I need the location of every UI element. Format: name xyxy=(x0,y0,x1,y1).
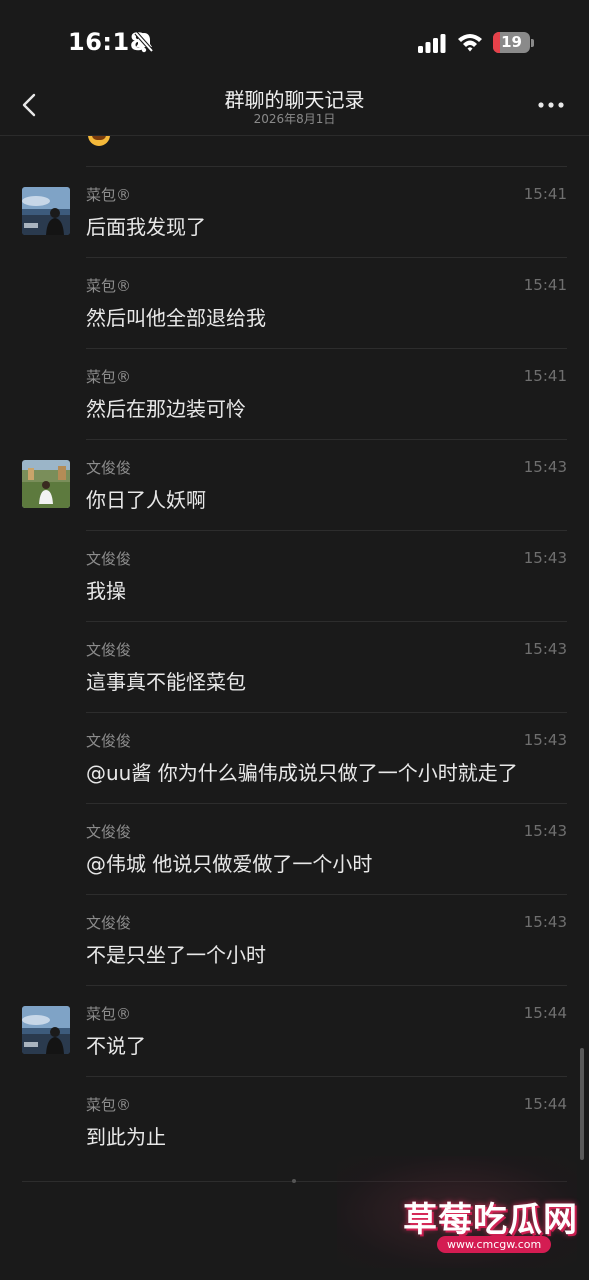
message-text[interactable]: 不说了 xyxy=(86,1030,146,1059)
message-text[interactable]: @uu酱 你为什么骗伟成说只做了一个小时就走了 xyxy=(86,757,518,786)
message-item[interactable]: 菜包® 15:44 到此为止 xyxy=(0,1077,589,1167)
nav-bar: 群聊的聊天记录 2026年8月1日 xyxy=(0,80,589,136)
avatar-caibao-image xyxy=(22,187,70,235)
message-text[interactable]: 這事真不能怪菜包 xyxy=(86,666,246,695)
message-text[interactable]: 然后叫他全部退给我 xyxy=(86,302,266,331)
message-text[interactable]: 然后在那边装可怜 xyxy=(86,393,246,422)
message-item[interactable]: 菜包® 15:41 然后在那边装可怜 xyxy=(0,349,589,439)
battery-icon: 19 xyxy=(493,32,535,54)
watermark-logo: 草莓吃瓜网 www.cmcgw.com xyxy=(337,1156,577,1268)
battery-cap xyxy=(531,39,534,47)
avatar[interactable] xyxy=(22,1006,70,1054)
page-subtitle-date: 2026年8月1日 xyxy=(253,112,336,126)
avatar[interactable] xyxy=(22,187,70,235)
avatar[interactable] xyxy=(22,460,70,508)
sender-name: 文俊俊 xyxy=(86,823,132,841)
message-time: 15:43 xyxy=(523,731,567,749)
message-time: 15:41 xyxy=(523,185,567,203)
ellipsis-icon[interactable] xyxy=(535,92,567,118)
message-item[interactable]: 文俊俊 15:43 不是只坐了一个小时 xyxy=(0,895,589,985)
message-time: 15:44 xyxy=(523,1095,567,1113)
emoji-icon xyxy=(88,136,110,146)
list-end-dot xyxy=(292,1179,296,1183)
message-text[interactable]: @伟城 他说只做爱做了一个小时 xyxy=(86,848,372,877)
battery-level-text: 19 xyxy=(501,33,522,51)
message-text[interactable]: 我操 xyxy=(86,575,126,604)
message-time: 15:43 xyxy=(523,458,567,476)
chat-history-screen: 16:18 19 群聊的聊天记录 2026年8月1日 菜包® 15:41 后面我… xyxy=(0,0,589,1280)
avatar-caibao-image xyxy=(22,1006,70,1054)
message-list[interactable]: 菜包® 15:41 后面我发现了 菜包® 15:41 然后叫他全部退给我 菜包®… xyxy=(0,136,589,1280)
message-item[interactable]: 菜包® 15:44 不说了 xyxy=(0,986,589,1076)
wifi-icon xyxy=(458,34,482,52)
message-time: 15:44 xyxy=(523,1004,567,1022)
message-time: 15:43 xyxy=(523,913,567,931)
message-time: 15:43 xyxy=(523,549,567,567)
message-item[interactable]: 文俊俊 15:43 我操 xyxy=(0,531,589,621)
message-text[interactable]: 你日了人妖啊 xyxy=(86,484,206,513)
watermark-url: www.cmcgw.com xyxy=(437,1236,552,1253)
message-text[interactable]: 到此为止 xyxy=(86,1121,166,1150)
message-item[interactable]: 文俊俊 15:43 這事真不能怪菜包 xyxy=(0,622,589,712)
battery-body: 19 xyxy=(493,32,530,53)
scrollbar[interactable] xyxy=(580,1048,584,1160)
message-item[interactable]: 文俊俊 15:43 @伟城 他说只做爱做了一个小时 xyxy=(0,804,589,894)
message-item[interactable]: 菜包® 15:41 后面我发现了 xyxy=(0,167,589,257)
message-time: 15:43 xyxy=(523,822,567,840)
message-text[interactable]: 不是只坐了一个小时 xyxy=(86,939,266,968)
sender-name: 菜包® xyxy=(86,1096,132,1114)
sender-name: 文俊俊 xyxy=(86,914,132,932)
cellular-signal-icon xyxy=(418,34,446,53)
message-time: 15:41 xyxy=(523,367,567,385)
watermark-title: 草莓吃瓜网 xyxy=(403,1200,578,1240)
message-time: 15:41 xyxy=(523,276,567,294)
page-title: 群聊的聊天记录 xyxy=(224,88,365,112)
sender-name: 菜包® xyxy=(86,277,132,295)
message-item[interactable]: 文俊俊 15:43 @uu酱 你为什么骗伟成说只做了一个小时就走了 xyxy=(0,713,589,803)
message-time: 15:43 xyxy=(523,640,567,658)
sender-name: 文俊俊 xyxy=(86,732,132,750)
message-text[interactable]: 后面我发现了 xyxy=(86,211,206,240)
sender-name: 菜包® xyxy=(86,186,132,204)
message-item[interactable]: 菜包® 15:41 然后叫他全部退给我 xyxy=(0,258,589,348)
message-item[interactable]: 文俊俊 15:43 你日了人妖啊 xyxy=(0,440,589,530)
sender-name: 文俊俊 xyxy=(86,550,132,568)
sender-name: 文俊俊 xyxy=(86,459,132,477)
sender-name: 菜包® xyxy=(86,1005,132,1023)
avatar-wenjunjun-image xyxy=(22,460,70,508)
sender-name: 文俊俊 xyxy=(86,641,132,659)
sender-name: 菜包® xyxy=(86,368,132,386)
bell-slash-icon xyxy=(134,31,154,53)
status-bar: 16:18 19 xyxy=(0,0,589,80)
